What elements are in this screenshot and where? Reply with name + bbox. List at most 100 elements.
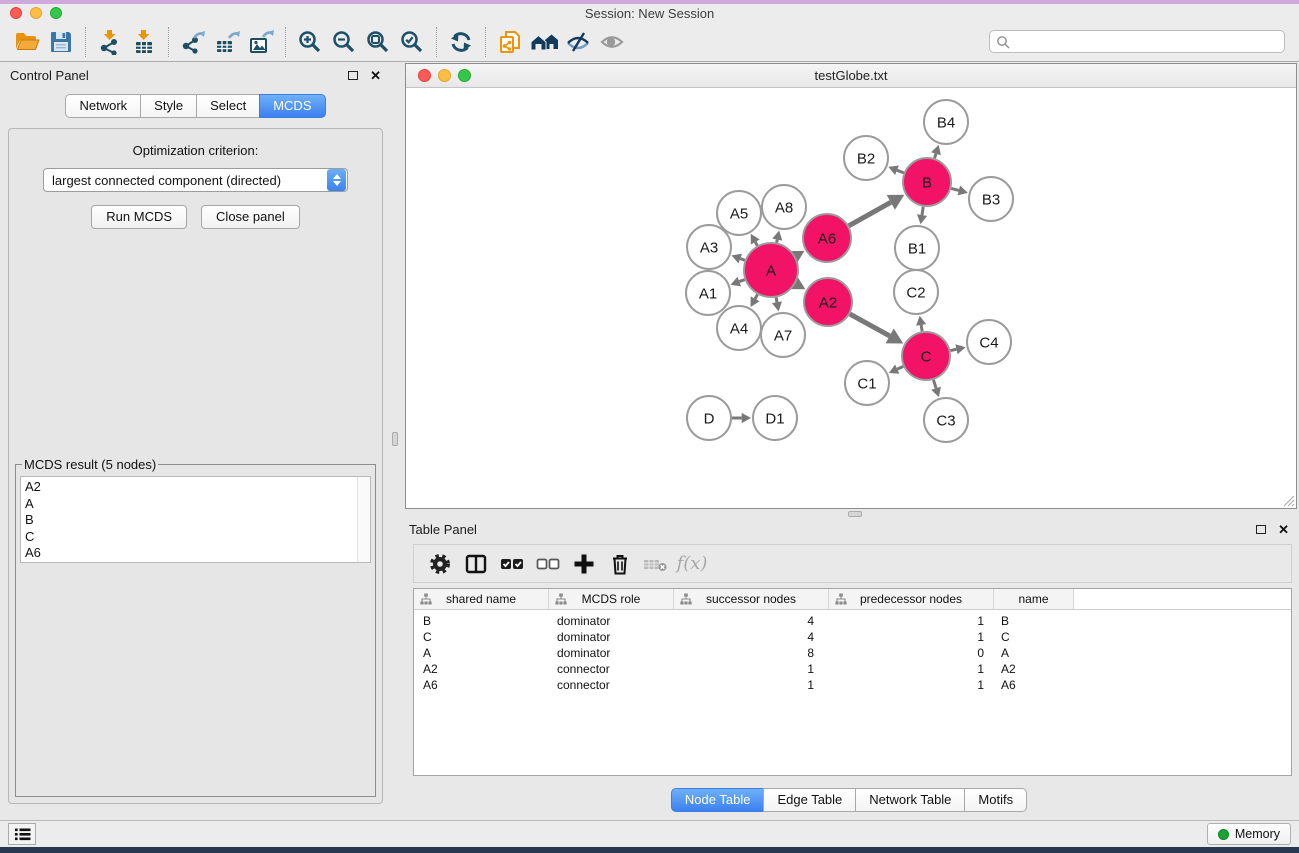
- divider-grip-icon[interactable]: [392, 432, 398, 446]
- tab-network[interactable]: Network: [65, 94, 141, 118]
- edge-C-C1[interactable]: [897, 366, 903, 369]
- table-cell: B: [994, 614, 1074, 628]
- import-table-button[interactable]: [127, 26, 161, 58]
- divider-grip-icon[interactable]: [848, 511, 862, 517]
- trash-icon: [608, 552, 632, 576]
- node-table[interactable]: shared nameMCDS rolesuccessor nodesprede…: [413, 588, 1292, 776]
- tab-edge-table[interactable]: Edge Table: [763, 788, 856, 812]
- table-settings-button[interactable]: [422, 548, 458, 580]
- column-header-shared-name[interactable]: shared name: [414, 589, 549, 609]
- import-table-icon: [131, 29, 157, 55]
- home-button[interactable]: [527, 26, 561, 58]
- table-row[interactable]: Adominator80A: [414, 645, 1291, 661]
- memory-button[interactable]: Memory: [1207, 823, 1291, 845]
- refresh-icon: [448, 29, 474, 55]
- import-network-button[interactable]: [93, 26, 127, 58]
- tab-motifs[interactable]: Motifs: [964, 788, 1027, 812]
- tab-node-table[interactable]: Node Table: [671, 788, 765, 812]
- select-all-button[interactable]: [494, 548, 530, 580]
- search-input[interactable]: [1015, 35, 1278, 49]
- column-header-mcds-role[interactable]: MCDS role: [549, 589, 674, 609]
- tab-network-table[interactable]: Network Table: [855, 788, 965, 812]
- edge-A-A8[interactable]: [777, 240, 778, 243]
- column-header-successor-nodes[interactable]: successor nodes: [674, 589, 829, 609]
- graph-node-label: B2: [857, 150, 875, 167]
- float-panel-icon[interactable]: [348, 71, 358, 80]
- vertical-split-divider[interactable]: [391, 62, 399, 820]
- resize-grip-icon[interactable]: [1282, 494, 1295, 507]
- fx-icon: f(x): [671, 553, 714, 574]
- export-image-button[interactable]: [244, 26, 278, 58]
- zoom-selected-button[interactable]: [395, 26, 429, 58]
- table-row[interactable]: A2connector11A2: [414, 661, 1291, 677]
- edge-A-A7[interactable]: [776, 298, 777, 303]
- optimization-value: largest connected component (directed): [44, 173, 327, 188]
- zoom-fit-button[interactable]: [361, 26, 395, 58]
- mcds-result-list[interactable]: A2ABCA6: [20, 476, 371, 563]
- float-panel-icon[interactable]: [1256, 525, 1266, 534]
- edge-C-C3[interactable]: [933, 380, 936, 388]
- table-cell: dominator: [549, 614, 674, 628]
- edge-A2-C[interactable]: [850, 314, 890, 336]
- table-row[interactable]: Bdominator41B: [414, 613, 1291, 629]
- mcds-result-item[interactable]: B: [25, 512, 370, 529]
- export-network-button[interactable]: [176, 26, 210, 58]
- edge-C-C2[interactable]: [921, 325, 922, 331]
- mcds-result-item[interactable]: C: [25, 529, 370, 546]
- column-label: name: [1018, 592, 1048, 606]
- edge-B-B2[interactable]: [897, 170, 904, 173]
- network-canvas-container[interactable]: AA6A2BCA5A8A3A1A4A7B2B4B3B1C2C4C1C3DD1: [406, 88, 1296, 508]
- edge-A6-B[interactable]: [849, 202, 891, 226]
- arrowhead-icon: [917, 214, 927, 224]
- duplicate-network-button[interactable]: [493, 26, 527, 58]
- optimization-dropdown[interactable]: largest connected component (directed): [43, 168, 348, 192]
- column-tree-icon: [680, 593, 692, 605]
- refresh-button[interactable]: [444, 26, 478, 58]
- graph-node-label: A2: [819, 294, 837, 311]
- edge-C-C4[interactable]: [950, 349, 956, 350]
- save-session-button[interactable]: [44, 26, 78, 58]
- edge-A-A4[interactable]: [755, 295, 757, 299]
- result-scrollbar[interactable]: [357, 477, 370, 562]
- hide-panels-button[interactable]: [561, 26, 595, 58]
- deselect-all-button[interactable]: [530, 548, 566, 580]
- network-window-titlebar[interactable]: testGlobe.txt: [406, 64, 1296, 88]
- zoom-in-button[interactable]: [293, 26, 327, 58]
- column-header-predecessor-nodes[interactable]: predecessor nodes: [829, 589, 994, 609]
- tab-style[interactable]: Style: [140, 94, 197, 118]
- search-box[interactable]: [989, 30, 1285, 53]
- split-columns-button[interactable]: [458, 548, 494, 580]
- tab-select[interactable]: Select: [196, 94, 260, 118]
- tab-mcds[interactable]: MCDS: [259, 94, 325, 118]
- horizontal-split-divider[interactable]: [399, 509, 1299, 516]
- close-panel-icon[interactable]: ✕: [1278, 523, 1289, 536]
- open-file-button[interactable]: [10, 26, 44, 58]
- zoom-out-button[interactable]: [327, 26, 361, 58]
- delete-column-button[interactable]: [602, 548, 638, 580]
- table-cell: 4: [674, 614, 829, 628]
- table-row[interactable]: A6connector11A6: [414, 677, 1291, 693]
- edge-A-A5[interactable]: [755, 242, 757, 246]
- add-column-button[interactable]: [566, 548, 602, 580]
- edge-A-A1[interactable]: [739, 280, 744, 282]
- graph-node-label: A5: [730, 205, 748, 222]
- column-header-name[interactable]: name: [994, 589, 1074, 609]
- task-history-button[interactable]: [8, 823, 36, 845]
- edge-B-B1[interactable]: [922, 207, 923, 215]
- mcds-result-item[interactable]: A2: [25, 479, 370, 496]
- graph-node-label: A3: [700, 239, 718, 256]
- edge-B-B4[interactable]: [935, 154, 936, 158]
- edge-B-B3[interactable]: [951, 188, 959, 190]
- network-canvas[interactable]: AA6A2BCA5A8A3A1A4A7B2B4B3B1C2C4C1C3DD1: [406, 88, 1296, 508]
- table-row[interactable]: Cdominator41C: [414, 629, 1291, 645]
- show-eye-button[interactable]: [595, 26, 629, 58]
- mcds-result-item[interactable]: A6: [25, 545, 370, 562]
- edge-A-A3[interactable]: [740, 259, 745, 261]
- split-columns-icon: [464, 552, 488, 576]
- close-panel-button[interactable]: Close panel: [201, 205, 300, 229]
- mcds-result-item[interactable]: A: [25, 496, 370, 513]
- home-icon: [530, 29, 558, 55]
- close-panel-icon[interactable]: ✕: [370, 69, 381, 82]
- export-table-button[interactable]: [210, 26, 244, 58]
- run-mcds-button[interactable]: Run MCDS: [91, 205, 187, 229]
